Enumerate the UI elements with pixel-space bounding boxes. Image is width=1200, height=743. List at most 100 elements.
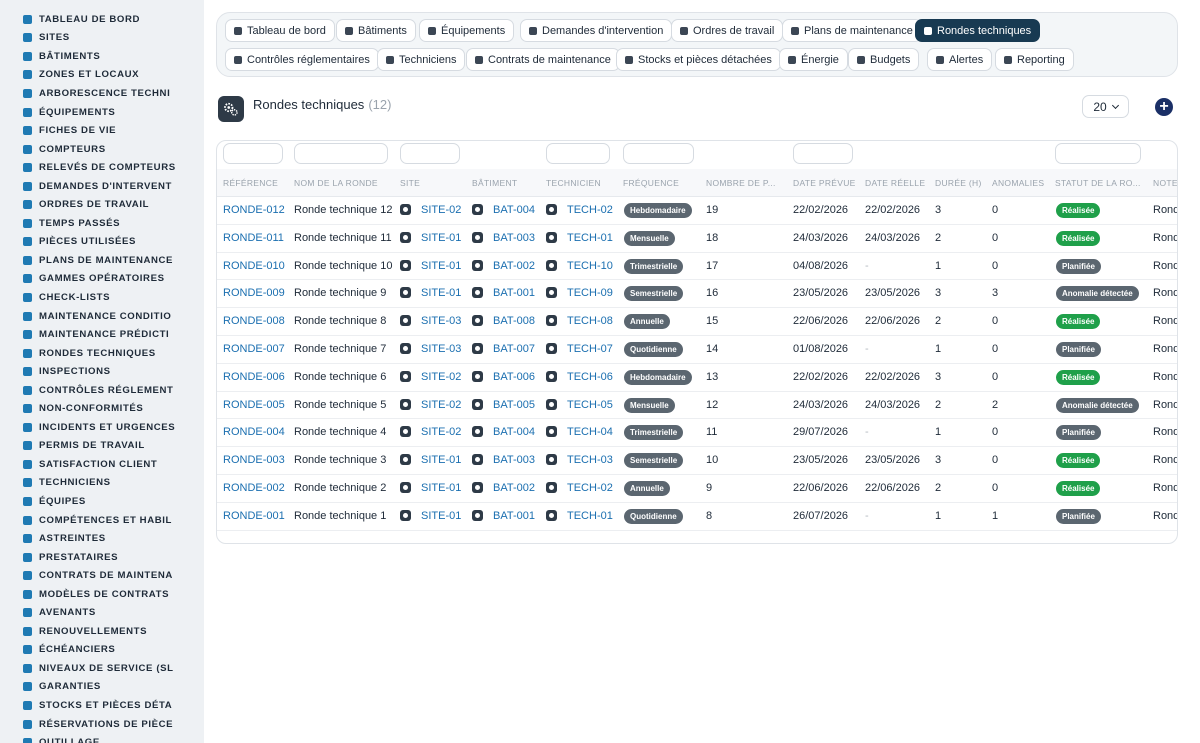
sidebar-item[interactable]: ASTREINTES bbox=[0, 529, 204, 548]
column-header[interactable]: NOMBRE DE P... bbox=[706, 178, 788, 188]
reference-link[interactable]: RONDE-011 bbox=[223, 232, 293, 244]
site-link[interactable]: SITE-03 bbox=[400, 343, 470, 355]
sidebar-item[interactable]: NIVEAUX DE SERVICE (SL bbox=[0, 659, 204, 678]
site-link[interactable]: SITE-01 bbox=[400, 454, 470, 466]
tab-plans-de-maintenance[interactable]: Plans de maintenance bbox=[782, 19, 922, 42]
technician-link[interactable]: TECH-10 bbox=[546, 259, 621, 272]
column-filter-input[interactable] bbox=[400, 143, 460, 164]
sidebar-item[interactable]: PERMIS DE TRAVAIL bbox=[0, 437, 204, 456]
add-button[interactable]: + bbox=[1155, 98, 1173, 116]
technician-link[interactable]: TECH-01 bbox=[546, 509, 621, 522]
technician-link[interactable]: TECH-07 bbox=[546, 343, 621, 355]
building-link[interactable]: BAT-002 bbox=[472, 259, 544, 272]
sidebar-item[interactable]: TABLEAU DE BORD bbox=[0, 10, 204, 29]
sidebar-item[interactable]: ARBORESCENCE TECHNI bbox=[0, 84, 204, 103]
table-row[interactable]: RONDE-008 Ronde technique 8 SITE-03 BAT-008… bbox=[217, 308, 1177, 336]
table-row[interactable]: RONDE-003 Ronde technique 3 SITE-01 BAT-003… bbox=[217, 447, 1177, 475]
site-link[interactable]: SITE-02 bbox=[400, 204, 470, 216]
sidebar-item[interactable]: MAINTENANCE PRÉDICTI bbox=[0, 325, 204, 344]
building-link[interactable]: BAT-001 bbox=[472, 287, 544, 299]
reference-link[interactable]: RONDE-003 bbox=[223, 454, 293, 466]
tab-alertes[interactable]: Alertes bbox=[927, 48, 993, 71]
building-link[interactable]: BAT-007 bbox=[472, 343, 544, 355]
sidebar-item[interactable]: INSPECTIONS bbox=[0, 362, 204, 381]
column-header[interactable]: DATE RÉELLE bbox=[865, 178, 931, 188]
site-link[interactable]: SITE-01 bbox=[400, 231, 470, 244]
reference-link[interactable]: RONDE-007 bbox=[223, 343, 293, 355]
sidebar-item[interactable]: CHECK-LISTS bbox=[0, 288, 204, 307]
column-header[interactable]: NOM DE LA RONDE bbox=[294, 178, 398, 188]
sidebar-item[interactable]: CONTRATS DE MAINTENA bbox=[0, 566, 204, 585]
technician-link[interactable]: TECH-02 bbox=[546, 482, 621, 494]
tab-énergie[interactable]: Énergie bbox=[779, 48, 848, 71]
tab-bâtiments[interactable]: Bâtiments bbox=[336, 19, 416, 42]
sidebar-item[interactable]: RELEVÉS DE COMPTEURS bbox=[0, 158, 204, 177]
sidebar-item[interactable]: TEMPS PASSÉS bbox=[0, 214, 204, 233]
tab-ordres-de-travail[interactable]: Ordres de travail bbox=[671, 19, 784, 42]
tab-équipements[interactable]: Équipements bbox=[419, 19, 515, 42]
table-row[interactable]: RONDE-007 Ronde technique 7 SITE-03 BAT-007… bbox=[217, 336, 1177, 364]
building-link[interactable]: BAT-003 bbox=[472, 231, 544, 244]
per-page-select[interactable]: 20 bbox=[1082, 95, 1129, 118]
technician-link[interactable]: TECH-04 bbox=[546, 426, 621, 438]
sidebar-item[interactable]: PIÈCES UTILISÉES bbox=[0, 233, 204, 252]
sidebar-item[interactable]: ZONES ET LOCAUX bbox=[0, 66, 204, 85]
site-link[interactable]: SITE-02 bbox=[400, 370, 470, 383]
reference-link[interactable]: RONDE-012 bbox=[223, 204, 293, 216]
column-filter-input[interactable] bbox=[294, 143, 388, 164]
reference-link[interactable]: RONDE-002 bbox=[223, 482, 293, 494]
site-link[interactable]: SITE-01 bbox=[400, 482, 470, 494]
sidebar-item[interactable]: AVENANTS bbox=[0, 604, 204, 623]
sidebar-item[interactable]: ÉCHÉANCIERS bbox=[0, 641, 204, 660]
sidebar-item[interactable]: MAINTENANCE CONDITIO bbox=[0, 307, 204, 326]
tab-reporting[interactable]: Reporting bbox=[995, 48, 1074, 71]
site-link[interactable]: SITE-01 bbox=[400, 259, 470, 272]
column-header[interactable]: DURÉE (H) bbox=[935, 178, 990, 188]
column-filter-input[interactable] bbox=[1055, 143, 1141, 164]
table-row[interactable]: RONDE-004 Ronde technique 4 SITE-02 BAT-004… bbox=[217, 419, 1177, 448]
building-link[interactable]: BAT-004 bbox=[472, 426, 544, 438]
sidebar-item[interactable]: RENOUVELLEMENTS bbox=[0, 622, 204, 641]
sidebar-item[interactable]: GARANTIES bbox=[0, 678, 204, 697]
building-link[interactable]: BAT-004 bbox=[472, 204, 544, 216]
tab-stocks-et-pièces-détachées[interactable]: Stocks et pièces détachées bbox=[616, 48, 781, 71]
building-link[interactable]: BAT-003 bbox=[472, 454, 544, 466]
sidebar-item[interactable]: BÂTIMENTS bbox=[0, 47, 204, 66]
column-header[interactable]: TECHNICIEN bbox=[546, 178, 621, 188]
site-link[interactable]: SITE-01 bbox=[400, 509, 470, 522]
column-header[interactable]: STATUT DE LA RO... bbox=[1055, 178, 1150, 188]
tab-contrats-de-maintenance[interactable]: Contrats de maintenance bbox=[466, 48, 620, 71]
table-row[interactable]: RONDE-001 Ronde technique 1 SITE-01 BAT-001… bbox=[217, 503, 1177, 531]
tab-budgets[interactable]: Budgets bbox=[848, 48, 920, 71]
building-link[interactable]: BAT-002 bbox=[472, 482, 544, 494]
sidebar-item[interactable]: RÉSERVATIONS DE PIÈCE bbox=[0, 715, 204, 734]
reference-link[interactable]: RONDE-006 bbox=[223, 371, 293, 383]
technician-link[interactable]: TECH-06 bbox=[546, 370, 621, 383]
sidebar-item[interactable]: NON-CONFORMITÉS bbox=[0, 399, 204, 418]
sidebar-item[interactable]: PRESTATAIRES bbox=[0, 548, 204, 567]
column-header[interactable]: FRÉQUENCE bbox=[623, 178, 703, 188]
column-filter-input[interactable] bbox=[793, 143, 853, 164]
technician-link[interactable]: TECH-03 bbox=[546, 454, 621, 466]
site-link[interactable]: SITE-01 bbox=[400, 287, 470, 299]
table-row[interactable]: RONDE-011 Ronde technique 11 SITE-01 BAT-00… bbox=[217, 225, 1177, 253]
site-link[interactable]: SITE-03 bbox=[400, 315, 470, 327]
tab-demandes-d-intervention[interactable]: Demandes d'intervention bbox=[520, 19, 673, 42]
reference-link[interactable]: RONDE-001 bbox=[223, 510, 293, 522]
table-row[interactable]: RONDE-010 Ronde technique 10 SITE-01 BAT-00… bbox=[217, 253, 1177, 281]
building-link[interactable]: BAT-008 bbox=[472, 315, 544, 327]
column-header[interactable]: NOTE bbox=[1153, 178, 1177, 188]
tab-tableau-de-bord[interactable]: Tableau de bord bbox=[225, 19, 335, 42]
reference-link[interactable]: RONDE-010 bbox=[223, 260, 293, 272]
technician-link[interactable]: TECH-01 bbox=[546, 231, 621, 244]
sidebar-item[interactable]: ÉQUIPES bbox=[0, 492, 204, 511]
column-header[interactable]: RÉFÉRENCE bbox=[223, 178, 293, 188]
technician-link[interactable]: TECH-08 bbox=[546, 315, 621, 327]
sidebar-item[interactable]: ORDRES DE TRAVAIL bbox=[0, 195, 204, 214]
building-link[interactable]: BAT-005 bbox=[472, 398, 544, 411]
sidebar-item[interactable]: SITES bbox=[0, 29, 204, 48]
site-link[interactable]: SITE-02 bbox=[400, 398, 470, 411]
sidebar-item[interactable]: TECHNICIENS bbox=[0, 474, 204, 493]
sidebar-item[interactable]: CONTRÔLES RÉGLEMENT bbox=[0, 381, 204, 400]
sidebar-item[interactable]: SATISFACTION CLIENT bbox=[0, 455, 204, 474]
